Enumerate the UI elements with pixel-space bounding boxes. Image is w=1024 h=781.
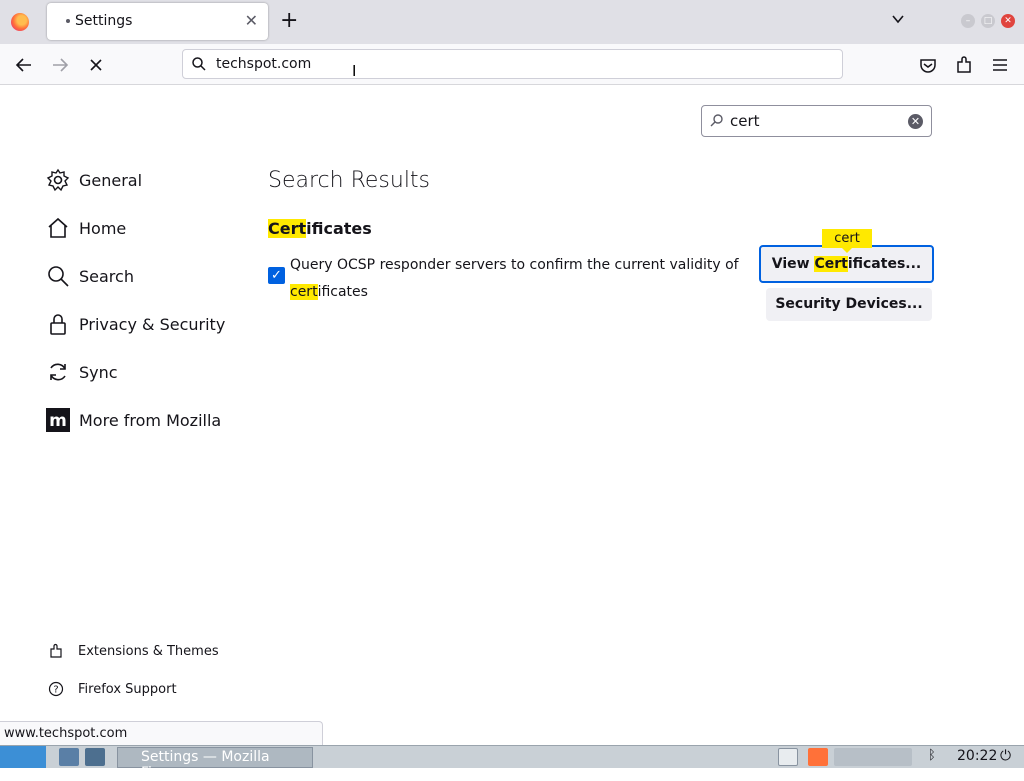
footer-link-label: Firefox Support [78,681,177,697]
close-window-icon[interactable]: ✕ [1001,14,1015,28]
pocket-icon[interactable] [915,52,941,78]
settings-search-input[interactable]: cert ✕ [701,105,932,137]
button-label-post: ificates... [847,256,922,272]
minimize-icon[interactable]: – [961,14,975,28]
app-launcher-icon[interactable] [85,748,105,766]
extensions-themes-link[interactable]: Extensions & Themes [48,641,219,661]
sidebar-item-label: Search [79,266,134,286]
search-highlight: Cert [814,256,848,272]
hamburger-menu-icon[interactable] [987,52,1013,78]
section-title-rest: ificates [306,219,372,238]
sidebar-item-mozilla[interactable]: m More from Mozilla [46,404,221,436]
stop-loading-icon[interactable] [83,52,109,78]
search-highlight: cert [290,284,318,300]
tab-title: Settings [75,13,133,29]
close-tab-icon[interactable]: ✕ [245,11,258,30]
home-icon [48,217,68,238]
sidebar-item-home[interactable]: Home [46,212,126,244]
sidebar-item-search[interactable]: Search [46,260,134,292]
search-icon [192,57,206,71]
search-icon [710,114,723,127]
chevron-down-icon[interactable] [891,12,905,26]
ocsp-checkbox-label[interactable]: Query OCSP responder servers to confirm … [290,252,740,306]
gear-icon [46,168,70,192]
taskbar-task-firefox[interactable]: Settings — Mozilla Fire... [117,747,313,781]
sidebar-item-label: More from Mozilla [79,410,222,430]
ocsp-text-rest: ificates [317,284,368,300]
power-icon[interactable]: ⏻ [1000,748,1018,766]
file-manager-icon[interactable] [59,748,79,766]
url-bar[interactable]: techspot.com [182,49,843,79]
task-label: Settings — Mozilla Fire... [141,749,270,781]
puzzle-icon [50,643,62,658]
mozilla-icon: m [46,408,70,432]
search-tooltip: cert [822,229,872,253]
window-icon[interactable] [778,748,798,766]
status-url: www.techspot.com [4,726,128,741]
new-tab-button[interactable]: + [280,8,298,34]
maximize-icon[interactable]: □ [981,14,995,28]
bluetooth-icon[interactable]: ᛒ [928,748,942,766]
nav-bar: techspot.com [0,44,1024,85]
firefox-support-link[interactable]: ? Firefox Support [48,679,177,699]
sidebar-item-label: Home [79,218,127,238]
section-title: Certificates [268,219,372,238]
firefox-logo-icon [11,13,29,31]
workspace-switcher[interactable] [834,748,912,766]
extensions-icon[interactable] [951,52,977,78]
search-icon [48,266,69,287]
sync-icon [50,363,66,381]
search-highlight: Cert [268,219,307,238]
tab-loading-dot-icon [66,19,70,23]
svg-text:?: ? [53,685,58,696]
ocsp-text: Query OCSP responder servers to confirm … [290,257,739,273]
sidebar-item-sync[interactable]: Sync [46,356,118,388]
page-title: Search Results [268,168,431,193]
status-bar: www.techspot.com [0,721,323,745]
sidebar-item-general[interactable]: General [46,164,142,196]
sidebar-item-label: Sync [79,362,118,382]
svg-text:m: m [49,411,67,431]
firefox-icon[interactable] [808,748,828,766]
start-menu-button[interactable] [0,746,46,768]
lock-icon [50,314,66,335]
clear-search-icon[interactable]: ✕ [908,114,923,129]
ocsp-checkbox[interactable]: ✓ [268,267,285,284]
security-devices-button[interactable]: Security Devices... [766,288,932,321]
clock: 20:22 [957,748,998,764]
search-value[interactable]: cert [730,112,760,130]
help-icon: ? [48,681,64,697]
tab-settings[interactable]: Settings ✕ [47,3,268,40]
taskbar: Settings — Mozilla Fire... ᛒ 20:22 ⏻ [0,745,1024,781]
text-cursor-icon: I [352,62,357,80]
url-text[interactable]: techspot.com [216,56,311,72]
tab-strip: Settings ✕ + – □ ✕ [0,0,1024,44]
back-arrow-icon[interactable] [11,52,37,78]
button-label-pre: View [771,256,815,272]
sidebar-item-label: General [79,170,143,190]
sidebar-item-label: Privacy & Security [79,314,226,334]
footer-link-label: Extensions & Themes [78,643,219,659]
sidebar-item-privacy[interactable]: Privacy & Security [46,308,225,340]
forward-arrow-icon [53,58,69,72]
